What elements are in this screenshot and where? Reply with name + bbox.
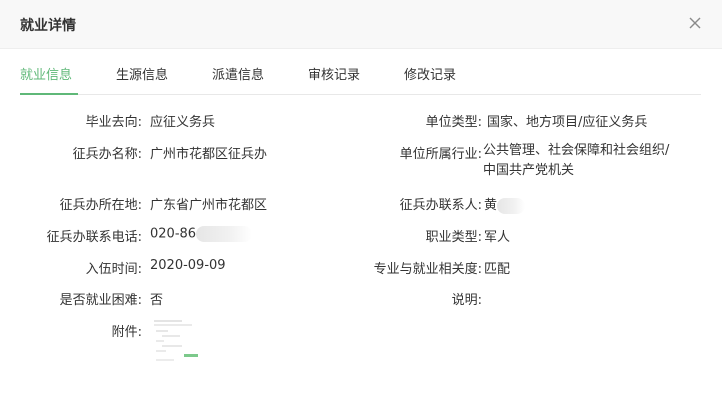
hardship-value: 否 [150,293,164,308]
document-thumbnail-icon [152,318,200,364]
dialog-title: 就业详情 [20,18,76,34]
destination-value: 应征义务兵 [150,115,216,130]
tab-bar: 就业信息 生源信息 派遣信息 审核记录 修改记录 [20,58,701,95]
office-location-label: 征兵办所在地: [59,198,142,213]
unit-type-label: 单位类型: [425,115,482,130]
tab-label: 派遣信息 [212,68,265,83]
tab-review-records[interactable]: 审核记录 [308,64,360,83]
redacted-mask [497,197,526,214]
office-name-value: 广州市花都区征兵办 [150,147,268,162]
contact-phone-value: 020-86 [150,226,253,242]
enlist-date-label: 入伍时间: [85,262,142,277]
job-type-value: 军人 [484,230,511,245]
contact-person-text: 黄 [484,198,498,213]
dialog-header: 就业详情 [0,0,722,49]
unit-type-value: 国家、地方项目/应征义务兵 [487,115,648,130]
industry-label: 单位所属行业: [399,147,482,162]
tab-label: 就业信息 [20,68,73,83]
active-tab-underline [20,93,78,95]
office-location-value: 广东省广州市花都区 [150,198,268,213]
contact-phone-text: 020-86 [150,226,197,242]
close-icon [689,17,701,29]
enlist-date-value: 2020-09-09 [150,258,226,273]
tab-label: 修改记录 [404,68,457,83]
office-name-label: 征兵办名称: [72,147,142,162]
contact-phone-label: 征兵办联系电话: [46,230,142,245]
employment-detail-dialog: 就业详情 就业信息 生源信息 派遣信息 审核记录 修改记录 毕业去向: 应征义务… [0,0,722,420]
relevance-value: 匹配 [484,262,511,277]
redacted-mask [196,226,253,242]
tab-origin-info[interactable]: 生源信息 [116,64,168,83]
attachment-thumbnail[interactable] [152,318,200,364]
relevance-label: 专业与就业相关度: [373,262,482,277]
close-button[interactable] [684,12,706,34]
contact-person-value: 黄 [484,194,526,214]
contact-person-label: 征兵办联系人: [399,198,482,213]
note-label: 说明: [451,293,482,308]
destination-label: 毕业去向: [85,115,142,130]
industry-value: 公共管理、社会保障和社会组织/中国共产党机关 [483,143,670,178]
attachment-label: 附件: [111,325,142,340]
tab-employment-info[interactable]: 就业信息 [20,64,72,83]
hardship-label: 是否就业困难: [59,293,142,308]
tab-edit-records[interactable]: 修改记录 [404,64,456,83]
job-type-label: 职业类型: [425,230,482,245]
tab-label: 审核记录 [308,68,361,83]
tab-dispatch-info[interactable]: 派遣信息 [212,64,264,83]
tab-label: 生源信息 [116,68,169,83]
